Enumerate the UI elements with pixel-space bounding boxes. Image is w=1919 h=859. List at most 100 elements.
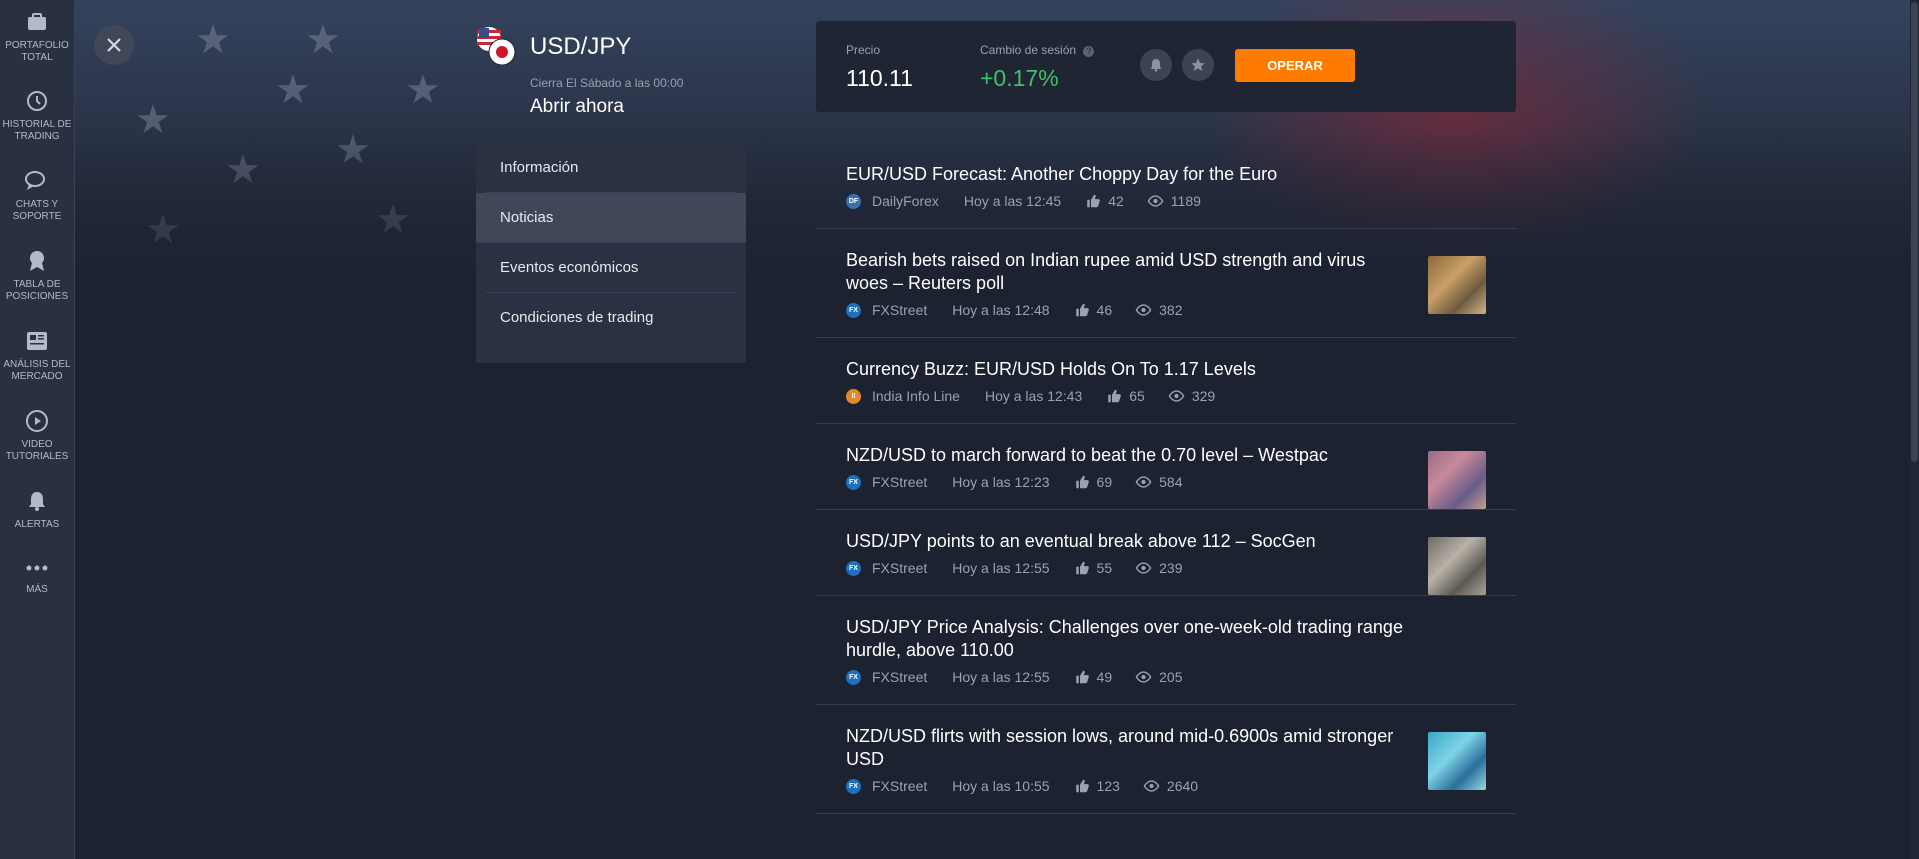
news-item[interactable]: Currency Buzz: EUR/USD Holds On To 1.17 … bbox=[816, 338, 1516, 424]
news-source: DailyForex bbox=[872, 193, 939, 209]
views: 382 bbox=[1135, 302, 1182, 318]
likes[interactable]: 55 bbox=[1075, 560, 1113, 576]
menu-item-noticias[interactable]: Noticias bbox=[476, 193, 746, 243]
views-count: 205 bbox=[1159, 669, 1183, 685]
news-item[interactable]: NZD/USD to march forward to beat the 0.7… bbox=[816, 424, 1516, 510]
close-button[interactable] bbox=[94, 25, 134, 65]
sidebar-label: PORTAFOLIO bbox=[5, 40, 69, 51]
thumbs-up-icon bbox=[1075, 779, 1089, 793]
asset-close-time: Cierra El Sábado a las 00:00 bbox=[530, 76, 684, 90]
news-title[interactable]: NZD/USD to march forward to beat the 0.7… bbox=[846, 444, 1406, 467]
likes-count: 65 bbox=[1129, 388, 1145, 404]
news-item[interactable]: NZD/USD flirts with session lows, around… bbox=[816, 705, 1516, 814]
likes[interactable]: 49 bbox=[1075, 669, 1112, 685]
sidebar-label: ANÁLISIS DEL bbox=[3, 359, 71, 370]
sidebar-item-video[interactable]: VIDEO TUTORIALES bbox=[0, 409, 74, 463]
source-logo-icon: II bbox=[846, 388, 861, 404]
source-logo-icon: FX bbox=[846, 669, 861, 685]
news-source: FXStreet bbox=[872, 778, 928, 794]
menu-item-eventos[interactable]: Eventos económicos bbox=[486, 243, 736, 293]
price-panel: Precio 110.11 Cambio de sesión ? +0.17% … bbox=[816, 21, 1516, 112]
source-logo-icon: FX bbox=[846, 302, 861, 318]
views: 1189 bbox=[1147, 193, 1201, 209]
news-meta: II India Info Line Hoy a las 12:43 65 329 bbox=[846, 387, 1486, 405]
eye-icon bbox=[1135, 562, 1152, 574]
bell-icon bbox=[29, 492, 45, 511]
source-logo-icon: FX bbox=[846, 560, 861, 576]
news-thumbnail[interactable] bbox=[1428, 537, 1486, 595]
news-meta: FX FXStreet Hoy a las 12:23 69 584 bbox=[846, 473, 1486, 491]
news-meta: DF DailyForex Hoy a las 12:45 42 1189 bbox=[846, 192, 1486, 210]
likes[interactable]: 123 bbox=[1075, 778, 1120, 794]
news-item[interactable]: Bearish bets raised on Indian rupee amid… bbox=[816, 229, 1516, 338]
menu-item-condiciones[interactable]: Condiciones de trading bbox=[486, 293, 736, 343]
favorite-button[interactable] bbox=[1182, 49, 1214, 81]
news-title[interactable]: USD/JPY points to an eventual break abov… bbox=[846, 530, 1406, 553]
likes-count: 69 bbox=[1096, 474, 1113, 490]
news-source: FXStreet bbox=[872, 474, 928, 490]
award-icon bbox=[30, 251, 44, 271]
news-meta: FX FXStreet Hoy a las 12:55 49 205 bbox=[846, 668, 1486, 686]
scrollbar-thumb[interactable] bbox=[1911, 2, 1918, 462]
news-title[interactable]: NZD/USD flirts with session lows, around… bbox=[846, 725, 1406, 771]
source-logo-icon: FX bbox=[846, 474, 861, 490]
sidebar-item-tabla[interactable]: TABLA DE POSICIONES bbox=[0, 249, 74, 303]
page-scrollbar[interactable] bbox=[1910, 0, 1919, 859]
session-change-label-text: Cambio de sesión bbox=[980, 43, 1077, 57]
sidebar-item-historial[interactable]: HISTORIAL DE TRADING bbox=[0, 89, 74, 143]
views: 205 bbox=[1135, 669, 1182, 685]
news-title[interactable]: EUR/USD Forecast: Another Choppy Day for… bbox=[846, 163, 1406, 186]
likes[interactable]: 46 bbox=[1075, 302, 1113, 318]
eye-icon bbox=[1135, 304, 1152, 316]
sidebar-item-mas[interactable]: MÁS bbox=[0, 558, 74, 596]
sidebar-item-portafolio[interactable]: PORTAFOLIO TOTAL bbox=[0, 10, 74, 64]
sidebar-item-alertas[interactable]: ALERTAS bbox=[0, 489, 74, 531]
sidebar: PORTAFOLIO TOTAL HISTORIAL DE TRADING CH… bbox=[0, 0, 75, 859]
views: 239 bbox=[1135, 560, 1182, 576]
thumbs-up-icon bbox=[1075, 561, 1089, 575]
news-thumbnail[interactable] bbox=[1428, 451, 1486, 509]
help-icon[interactable]: ? bbox=[1083, 46, 1095, 57]
operate-button[interactable]: OPERAR bbox=[1235, 49, 1355, 82]
views: 2640 bbox=[1143, 778, 1198, 794]
menu-item-informacion[interactable]: Información bbox=[486, 143, 736, 193]
news-thumbnail[interactable] bbox=[1428, 732, 1486, 790]
news-title[interactable]: Currency Buzz: EUR/USD Holds On To 1.17 … bbox=[846, 358, 1406, 381]
currency-pair-flags-icon bbox=[475, 25, 517, 67]
news-time: Hoy a las 12:23 bbox=[952, 474, 1050, 490]
eye-icon bbox=[1143, 780, 1160, 792]
likes[interactable]: 65 bbox=[1107, 388, 1145, 404]
open-now-link[interactable]: Abrir ahora bbox=[530, 96, 624, 118]
news-time: Hoy a las 12:43 bbox=[984, 388, 1083, 404]
eye-icon bbox=[1135, 671, 1152, 683]
sidebar-item-analisis[interactable]: ANÁLISIS DEL MERCADO bbox=[0, 329, 74, 383]
alert-button[interactable] bbox=[1140, 49, 1172, 81]
price-value: 110.11 bbox=[846, 65, 913, 91]
history-icon bbox=[27, 91, 47, 111]
views-count: 2640 bbox=[1166, 778, 1199, 794]
news-item[interactable]: USD/JPY points to an eventual break abov… bbox=[816, 510, 1516, 596]
news-time: Hoy a las 12:55 bbox=[952, 669, 1050, 685]
bell-icon bbox=[1150, 59, 1162, 72]
news-title[interactable]: USD/JPY Price Analysis: Challenges over … bbox=[846, 616, 1406, 662]
sidebar-item-chats[interactable]: CHATS Y SOPORTE bbox=[0, 169, 74, 223]
views-count: 239 bbox=[1159, 560, 1183, 576]
sidebar-label: MÁS bbox=[26, 584, 48, 595]
sidebar-label: TRADING bbox=[14, 131, 60, 142]
asset-title: USD/JPY bbox=[530, 33, 632, 60]
news-thumbnail[interactable] bbox=[1428, 256, 1486, 314]
likes-count: 46 bbox=[1096, 302, 1113, 318]
news-item[interactable]: USD/JPY Price Analysis: Challenges over … bbox=[816, 596, 1516, 705]
news-item[interactable]: EUR/USD Forecast: Another Choppy Day for… bbox=[816, 143, 1516, 229]
likes[interactable]: 42 bbox=[1086, 193, 1124, 209]
views-count: 1189 bbox=[1170, 193, 1201, 209]
star-icon bbox=[1191, 58, 1205, 71]
likes[interactable]: 69 bbox=[1075, 474, 1113, 490]
sidebar-label: TOTAL bbox=[21, 52, 53, 63]
news-title[interactable]: Bearish bets raised on Indian rupee amid… bbox=[846, 249, 1406, 295]
news-list: EUR/USD Forecast: Another Choppy Day for… bbox=[816, 143, 1516, 814]
newspaper-icon bbox=[27, 332, 47, 350]
news-time: Hoy a las 12:48 bbox=[952, 302, 1050, 318]
news-meta: FX FXStreet Hoy a las 12:55 55 239 bbox=[846, 559, 1486, 577]
likes-count: 55 bbox=[1096, 560, 1113, 576]
